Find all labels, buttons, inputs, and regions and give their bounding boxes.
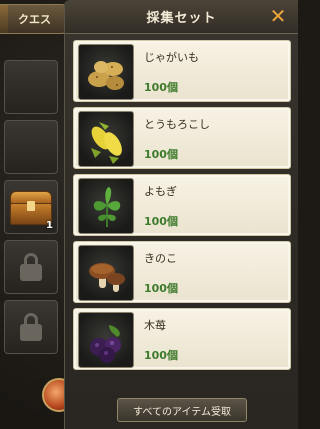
item-quantity: 100個: [144, 215, 178, 228]
item-name: きのこ: [144, 252, 177, 265]
item-list: じゃがいも 100個 とうもろこし 100個 よもぎ 100個 きのこ 100個…: [73, 40, 291, 375]
quest-tab[interactable]: クエス: [0, 4, 68, 34]
inventory-sidebar: クエス 1: [0, 0, 68, 429]
slot-count: 1: [46, 220, 53, 231]
item-quantity: 100個: [144, 349, 178, 362]
inventory-slot-locked: [4, 300, 58, 354]
receive-all-button[interactable]: すべてのアイテム受取: [117, 398, 247, 422]
list-item: よもぎ 100個: [73, 174, 291, 236]
mugwort-icon: [78, 178, 134, 234]
screen: クエス 1 採集セット ✕ じゃがいも 100個 とうもろこし 100個 よもぎ…: [0, 0, 298, 429]
inventory-slot-chest[interactable]: 1: [4, 180, 58, 234]
mushroom-icon: [78, 245, 134, 301]
list-item: じゃがいも 100個: [73, 40, 291, 102]
lock-icon: [20, 313, 42, 341]
item-name: とうもろこし: [144, 118, 210, 131]
potato-icon: [78, 44, 134, 100]
panel-header: 採集セット ✕: [65, 0, 298, 34]
panel-title: 採集セット: [146, 11, 217, 26]
close-icon[interactable]: ✕: [268, 6, 288, 26]
item-name: よもぎ: [144, 185, 177, 198]
inventory-slot-empty[interactable]: [4, 120, 58, 174]
quest-tab-label: クエス: [18, 13, 51, 26]
list-item: きのこ 100個: [73, 241, 291, 303]
raspberry-icon: [78, 312, 134, 368]
item-name: 木苺: [144, 319, 166, 332]
inventory-slot-locked: [4, 240, 58, 294]
item-name: じゃがいも: [144, 51, 199, 64]
inventory-slot-empty[interactable]: [4, 60, 58, 114]
item-quantity: 100個: [144, 148, 178, 161]
list-item: 木苺 100個: [73, 308, 291, 370]
tab-edge: [0, 5, 8, 33]
corn-icon: [78, 111, 134, 167]
item-quantity: 100個: [144, 282, 178, 295]
item-quantity: 100個: [144, 81, 178, 94]
gather-set-panel: 採集セット ✕ じゃがいも 100個 とうもろこし 100個 よもぎ 100個 …: [64, 0, 298, 429]
list-item: とうもろこし 100個: [73, 107, 291, 169]
lock-icon: [20, 253, 42, 281]
